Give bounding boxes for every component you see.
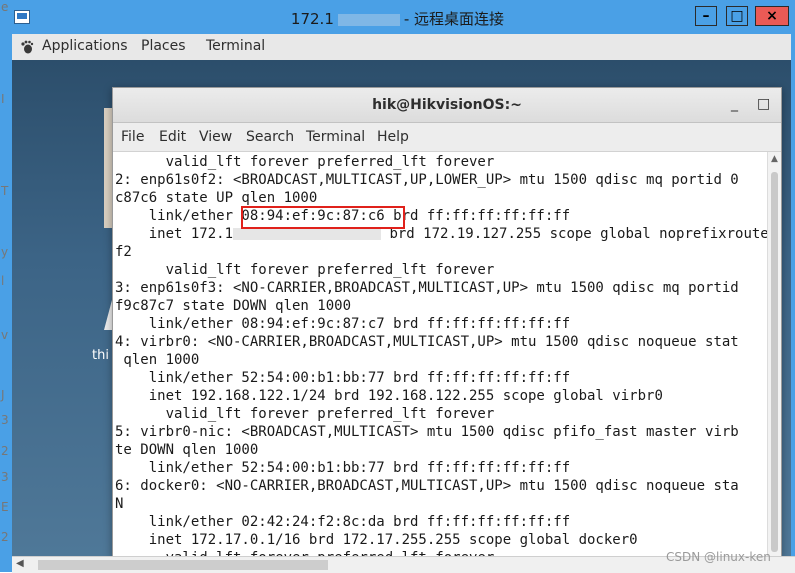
edge-char: 3 — [1, 413, 9, 427]
terminal-line: 5: virbr0-nic: <BROADCAST,MULTICAST> mtu… — [115, 424, 739, 440]
menu-terminal[interactable]: Terminal — [306, 129, 365, 145]
edge-char: y — [1, 245, 9, 259]
terminal-line: N — [115, 496, 124, 512]
terminal-line: inet 192.168.122.1/24 brd 192.168.122.25… — [115, 388, 663, 404]
menu-edit[interactable]: Edit — [159, 129, 186, 145]
inet-prefix: inet 172.1 — [115, 226, 234, 242]
terminal-line: link/ether 52:54:00:b1:bb:77 brd ff:ff:f… — [115, 460, 571, 476]
edge-char: E — [1, 500, 9, 514]
terminal-line: 3: enp61s0f3: <NO-CARRIER,BROADCAST,MULT… — [115, 280, 739, 296]
maximize-button[interactable]: □ — [726, 6, 748, 26]
terminal-line: link/ether 08:94:ef:9c:87:c7 brd ff:ff:f… — [115, 316, 571, 332]
scroll-left-arrow-icon[interactable]: ◀ — [16, 558, 24, 569]
edge-char: J — [1, 388, 5, 402]
terminal-line: 4: virbr0: <NO-CARRIER,BROADCAST,MULTICA… — [115, 334, 739, 350]
redacted-block — [337, 13, 400, 26]
minimize-button[interactable]: – — [695, 6, 717, 26]
watermark: CSDN @linux-ken — [666, 550, 771, 564]
scrollbar-thumb[interactable] — [771, 172, 778, 552]
menu-search[interactable]: Search — [246, 129, 294, 145]
edge-char: v — [1, 328, 9, 342]
edge-char: 2 — [1, 530, 9, 544]
places-menu[interactable]: Places — [141, 38, 186, 54]
hscroll-thumb[interactable] — [38, 560, 328, 570]
terminal-title: hik@HikvisionOS:~ — [372, 97, 522, 113]
window-title: 172.1 - 远程桌面连接 — [0, 8, 795, 29]
rdp-right-border — [791, 34, 795, 572]
terminal-output[interactable]: valid_lft forever preferred_lft forever … — [113, 152, 767, 557]
terminal-window[interactable]: hik@HikvisionOS:~ _ □ File Edit View Sea… — [112, 87, 782, 558]
terminal-scrollbar[interactable]: ▲ — [767, 152, 781, 557]
terminal-titlebar[interactable]: hik@HikvisionOS:~ _ □ — [113, 88, 781, 123]
edge-char: l — [1, 274, 5, 288]
terminal-line: 2: enp61s0f2: <BROADCAST,MULTICAST,UP,LO… — [115, 172, 739, 188]
edge-char: 3 — [1, 470, 9, 484]
scroll-up-arrow-icon[interactable]: ▲ — [771, 154, 778, 164]
rdp-left-border — [0, 34, 12, 572]
edge-char: T — [1, 184, 9, 198]
mac-address-highlight — [241, 206, 405, 229]
terminal-minimize-icon[interactable]: _ — [731, 96, 738, 112]
gnome-foot-icon — [21, 40, 34, 54]
terminal-line: valid_lft forever preferred_lft forever — [115, 262, 495, 278]
terminal-line: valid_lft forever preferred_lft forever — [115, 406, 495, 422]
edge-char: I — [1, 92, 5, 106]
redacted-ip — [233, 228, 382, 240]
terminal-line: f2 — [115, 244, 132, 260]
top-panel: Applications Places Terminal — [12, 34, 791, 61]
terminal-line: link/ether 52:54:00:b1:bb:77 brd ff:ff:f… — [115, 370, 571, 386]
desktop-icon-label: thi — [92, 348, 109, 363]
applications-menu[interactable]: Applications — [42, 38, 128, 54]
terminal-line-inet: inet 172.1 brd 172.19.127.255 scope glob… — [115, 225, 767, 243]
terminal-line: c87c6 state UP qlen 1000 — [115, 190, 318, 206]
rdp-titlebar: 172.1 - 远程桌面连接 – □ × — [0, 0, 795, 34]
terminal-line: link/ether 02:42:24:f2:8c:da brd ff:ff:f… — [115, 514, 571, 530]
close-button[interactable]: × — [755, 6, 789, 26]
terminal-line: te DOWN qlen 1000 — [115, 442, 259, 458]
terminal-menu[interactable]: Terminal — [206, 38, 265, 54]
terminal-line: qlen 1000 — [115, 352, 200, 368]
menu-view[interactable]: View — [199, 129, 232, 145]
edge-char: e — [1, 0, 9, 14]
window-title-prefix: 172.1 — [290, 10, 334, 28]
window-title-suffix: - 远程桌面连接 — [403, 10, 505, 28]
terminal-line: valid_lft forever preferred_lft forever — [115, 154, 495, 170]
inet-tail: brd 172.19.127.255 scope global noprefix… — [381, 226, 767, 242]
menu-file[interactable]: File — [121, 129, 144, 145]
terminal-maximize-icon[interactable]: □ — [757, 96, 770, 112]
terminal-line: f9c87c7 state DOWN qlen 1000 — [115, 298, 352, 314]
terminal-line: 6: docker0: <NO-CARRIER,BROADCAST,MULTIC… — [115, 478, 739, 494]
terminal-menubar: File Edit View Search Terminal Help — [113, 123, 781, 152]
edge-char: 2 — [1, 444, 9, 458]
menu-help[interactable]: Help — [377, 129, 409, 145]
terminal-line: inet 172.17.0.1/16 brd 172.17.255.255 sc… — [115, 532, 638, 548]
